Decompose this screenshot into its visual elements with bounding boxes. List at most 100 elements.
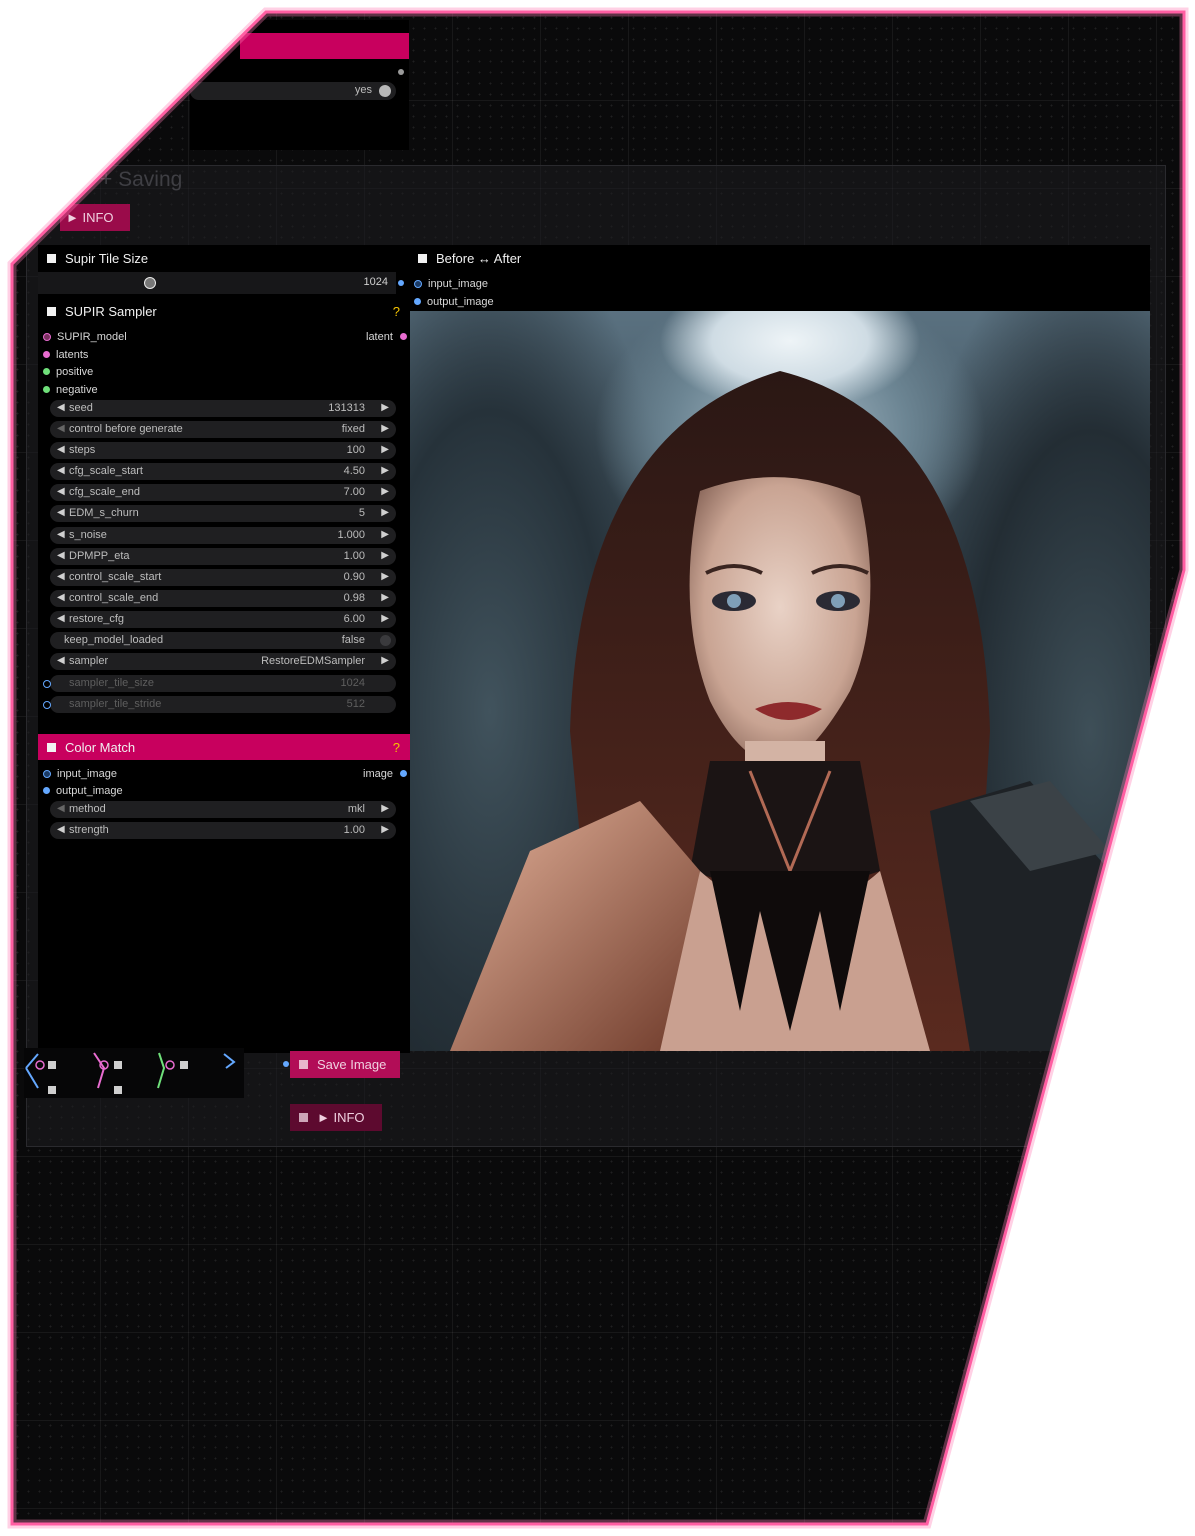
supir-tile-size-title[interactable]: Supir Tile Size (38, 245, 410, 271)
widget-s-noise[interactable]: ◀ s_noise 1.000 ▶ (50, 527, 396, 544)
portrait-illustration (450, 371, 1150, 1051)
before-after-title[interactable]: Before ↔ After (409, 245, 1149, 271)
widget-cfg-scale-start[interactable]: ◀ cfg_scale_start 4.50 ▶ (50, 463, 396, 480)
widget-label: restore_cfg (69, 613, 125, 625)
port-dot[interactable] (399, 333, 407, 340)
decrement-icon[interactable]: ◀ (57, 803, 65, 814)
save-image-node[interactable]: Save Image (290, 1051, 400, 1078)
info-button-top[interactable]: ► INFO (60, 204, 130, 231)
slider-knob[interactable] (144, 277, 156, 289)
save-image-title: Save Image (317, 1057, 387, 1072)
increment-icon[interactable]: ▶ (381, 803, 389, 814)
supir-tile-size-output-dot[interactable] (398, 280, 404, 286)
widget-value: 1.000 (337, 529, 365, 541)
widget-dpmpp-eta[interactable]: ◀ DPMPP_eta 1.00 ▶ (50, 548, 396, 565)
port-dot[interactable] (43, 787, 50, 794)
decrement-icon[interactable]: ◀ (57, 529, 65, 540)
input-port-input-image[interactable]: input_image (43, 765, 117, 782)
widget-strength[interactable]: ◀ strength 1.00 ▶ (50, 822, 396, 839)
output-port-latent[interactable]: latent (366, 328, 407, 345)
port-dot[interactable] (43, 769, 51, 778)
increment-icon[interactable]: ▶ (381, 592, 389, 603)
widget-seed[interactable]: ◀ seed 131313 ▶ (50, 400, 396, 417)
increment-icon[interactable]: ▶ (381, 550, 389, 561)
increment-icon[interactable]: ▶ (381, 465, 389, 476)
collapse-toggle[interactable] (299, 1113, 308, 1122)
toggle-knob[interactable] (380, 635, 391, 646)
increment-icon[interactable]: ▶ (381, 507, 389, 518)
color-match-title[interactable]: Color Match ? (38, 734, 410, 760)
port-dot[interactable] (399, 770, 407, 777)
output-port-image[interactable]: image (363, 765, 407, 782)
image-preview[interactable] (410, 311, 1150, 1051)
widget-value: 7.00 (343, 486, 365, 498)
increment-icon[interactable]: ▶ (381, 824, 389, 835)
decrement-icon[interactable]: ◀ (57, 402, 65, 413)
port-dot[interactable] (414, 298, 421, 305)
widget-control-scale-start[interactable]: ◀ control_scale_start 0.90 ▶ (50, 569, 396, 586)
collapse-toggle[interactable] (418, 253, 427, 263)
input-port-before[interactable]: input_image (414, 275, 488, 292)
widget-restore-cfg[interactable]: ◀ restore_cfg 6.00 ▶ (50, 611, 396, 628)
help-icon[interactable]: ? (393, 740, 400, 755)
input-port-negative[interactable]: negative (43, 381, 98, 398)
input-port-output-image[interactable]: output_image (43, 782, 123, 799)
decrement-icon[interactable]: ◀ (57, 655, 65, 666)
converted-input-dot[interactable] (43, 701, 51, 709)
input-port-latents[interactable]: latents (43, 346, 88, 363)
decrement-icon[interactable]: ◀ (57, 613, 65, 624)
widget-keep-model-loaded[interactable]: keep_model_loaded false (50, 632, 396, 649)
port-dot[interactable] (43, 351, 50, 358)
converted-input-dot[interactable] (43, 680, 51, 688)
group-title: + Saving (100, 168, 183, 191)
decrement-icon[interactable]: ◀ (57, 571, 65, 582)
widget-value: 1.00 (343, 550, 365, 562)
increment-icon[interactable]: ▶ (381, 486, 389, 497)
increment-icon[interactable]: ▶ (381, 529, 389, 540)
widget-sampler-tile-size[interactable]: sampler_tile_size 1024 (50, 675, 396, 692)
widget-control-before-generate[interactable]: ◀ control before generate fixed ▶ (50, 421, 396, 438)
decrement-icon[interactable]: ◀ (57, 592, 65, 603)
widget-sampler[interactable]: ◀ sampler RestoreEDMSampler ▶ (50, 653, 396, 670)
decrement-icon[interactable]: ◀ (57, 507, 65, 518)
port-dot[interactable] (43, 368, 50, 375)
increment-icon[interactable]: ▶ (381, 423, 389, 434)
decrement-icon[interactable]: ◀ (57, 465, 65, 476)
collapse-toggle[interactable] (299, 1060, 308, 1069)
decrement-icon[interactable]: ◀ (57, 486, 65, 497)
input-port-positive[interactable]: positive (43, 363, 93, 380)
info-button-bottom[interactable]: ► INFO (290, 1104, 382, 1131)
increment-icon[interactable]: ▶ (381, 402, 389, 413)
supir-sampler-title[interactable]: SUPIR Sampler ? (38, 298, 410, 324)
port-dot[interactable] (43, 332, 51, 341)
decrement-icon[interactable]: ◀ (57, 824, 65, 835)
collapse-toggle[interactable] (47, 253, 56, 263)
decrement-icon[interactable]: ◀ (57, 423, 65, 434)
widget-sampler-tile-stride[interactable]: sampler_tile_stride 512 (50, 696, 396, 713)
help-icon[interactable]: ? (393, 304, 400, 319)
widget-cfg-scale-end[interactable]: ◀ cfg_scale_end 7.00 ▶ (50, 484, 396, 501)
increment-icon[interactable]: ▶ (381, 444, 389, 455)
supir-tile-size-slider[interactable]: 1024 (38, 272, 396, 294)
increment-icon[interactable]: ▶ (381, 655, 389, 666)
input-port-supir-model[interactable]: SUPIR_model (43, 328, 127, 345)
widget-label: EDM_s_churn (69, 507, 139, 519)
collapse-toggle[interactable] (47, 742, 56, 752)
top-node-toggle[interactable]: yes (190, 82, 396, 100)
port-dot[interactable] (43, 386, 50, 393)
port-dot[interactable] (414, 279, 422, 288)
top-node-output-dot[interactable] (398, 69, 404, 75)
increment-icon[interactable]: ▶ (381, 613, 389, 624)
collapse-toggle[interactable] (47, 306, 56, 316)
widget-label: strength (69, 824, 109, 836)
decrement-icon[interactable]: ◀ (57, 550, 65, 561)
increment-icon[interactable]: ▶ (381, 571, 389, 582)
widget-control-scale-end[interactable]: ◀ control_scale_end 0.98 ▶ (50, 590, 396, 607)
widget-edm-s-churn[interactable]: ◀ EDM_s_churn 5 ▶ (50, 505, 396, 522)
widget-steps[interactable]: ◀ steps 100 ▶ (50, 442, 396, 459)
save-image-input-dot[interactable] (283, 1061, 289, 1067)
decrement-icon[interactable]: ◀ (57, 444, 65, 455)
widget-value: 0.98 (343, 592, 365, 604)
widget-method[interactable]: ◀ method mkl ▶ (50, 801, 396, 818)
input-port-after[interactable]: output_image (414, 293, 494, 310)
